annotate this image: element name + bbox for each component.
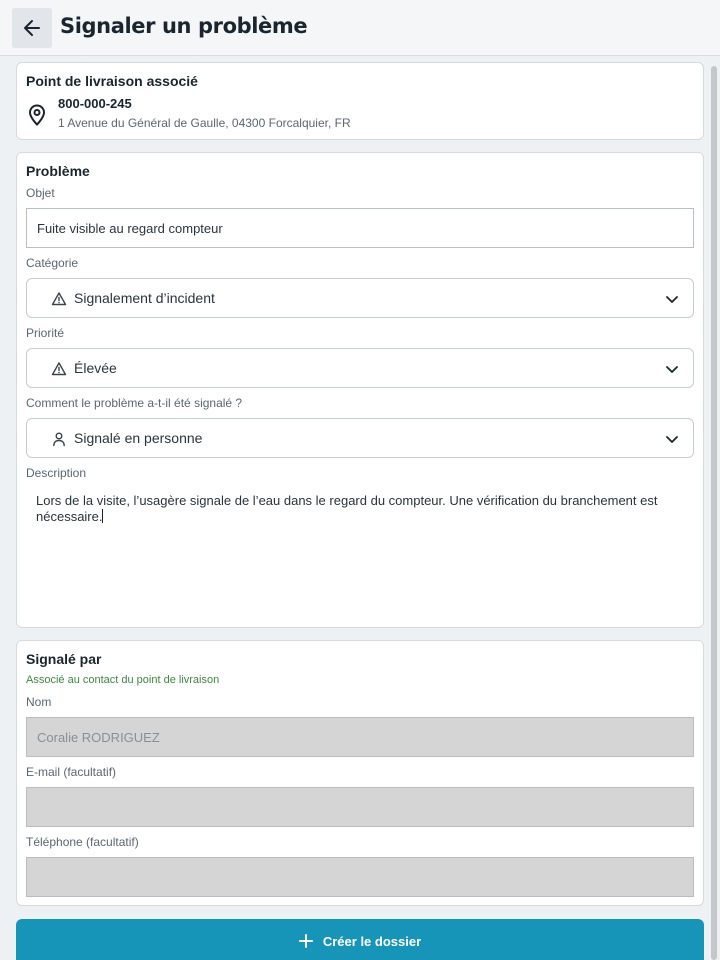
person-icon — [53, 432, 65, 447]
reporter-card: Signalé par Associé au contact du point … — [16, 640, 704, 906]
back-button[interactable] — [12, 8, 52, 48]
scrollbar[interactable] — [711, 66, 717, 960]
reporter-title: Signalé par — [26, 651, 102, 667]
category-label: Catégorie — [26, 256, 79, 270]
email-input — [26, 787, 694, 827]
chevron-down-icon — [666, 436, 678, 443]
delivery-point-title: Point de livraison associé — [26, 73, 198, 89]
phone-input — [26, 857, 694, 897]
plus-icon — [298, 934, 313, 948]
delivery-point-card: Point de livraison associé 800-000-245 1… — [16, 62, 704, 140]
app-header: Signaler un problème — [0, 0, 720, 56]
problem-title: Problème — [26, 163, 90, 179]
create-case-button[interactable]: Créer le dossier — [16, 919, 704, 960]
description-value: Lors de la visite, l’usagère signale de … — [36, 493, 658, 524]
chevron-down-icon — [666, 366, 678, 373]
description-text: Lors de la visite, l’usagère signale de … — [36, 493, 686, 525]
arrow-left-icon — [24, 20, 40, 36]
warning-icon — [51, 292, 67, 306]
text-caret — [102, 509, 104, 523]
delivery-point-id: 800-000-245 — [58, 96, 132, 111]
category-value: Signalement d’incident — [74, 290, 215, 306]
warning-icon — [51, 362, 67, 376]
location-pin-icon — [28, 104, 46, 126]
priority-select[interactable]: Élevée — [26, 348, 694, 388]
reported-how-value: Signalé en personne — [74, 430, 203, 446]
associated-contact-note: Associé au contact du point de livraison — [26, 674, 220, 686]
problem-card: Problème Objet Catégorie Signalement d’i… — [16, 152, 704, 628]
create-case-label: Créer le dossier — [322, 934, 422, 949]
priority-value: Élevée — [74, 360, 117, 376]
category-select[interactable]: Signalement d’incident — [26, 278, 694, 318]
phone-label: Téléphone (facultatif) — [26, 835, 139, 849]
subject-label: Objet — [26, 186, 55, 200]
chevron-down-icon — [666, 296, 678, 303]
name-input — [26, 717, 694, 757]
name-label: Nom — [26, 695, 52, 709]
reported-how-select[interactable]: Signalé en personne — [26, 418, 694, 458]
priority-label: Priorité — [26, 326, 65, 340]
email-label: E-mail (facultatif) — [26, 765, 117, 779]
description-label: Description — [26, 466, 87, 480]
subject-input[interactable] — [26, 208, 694, 248]
delivery-point-address: 1 Avenue du Général de Gaulle, 04300 For… — [58, 116, 351, 130]
page-title: Signaler un problème — [60, 14, 308, 38]
reported-how-label: Comment le problème a-t-il été signalé ? — [26, 396, 243, 410]
